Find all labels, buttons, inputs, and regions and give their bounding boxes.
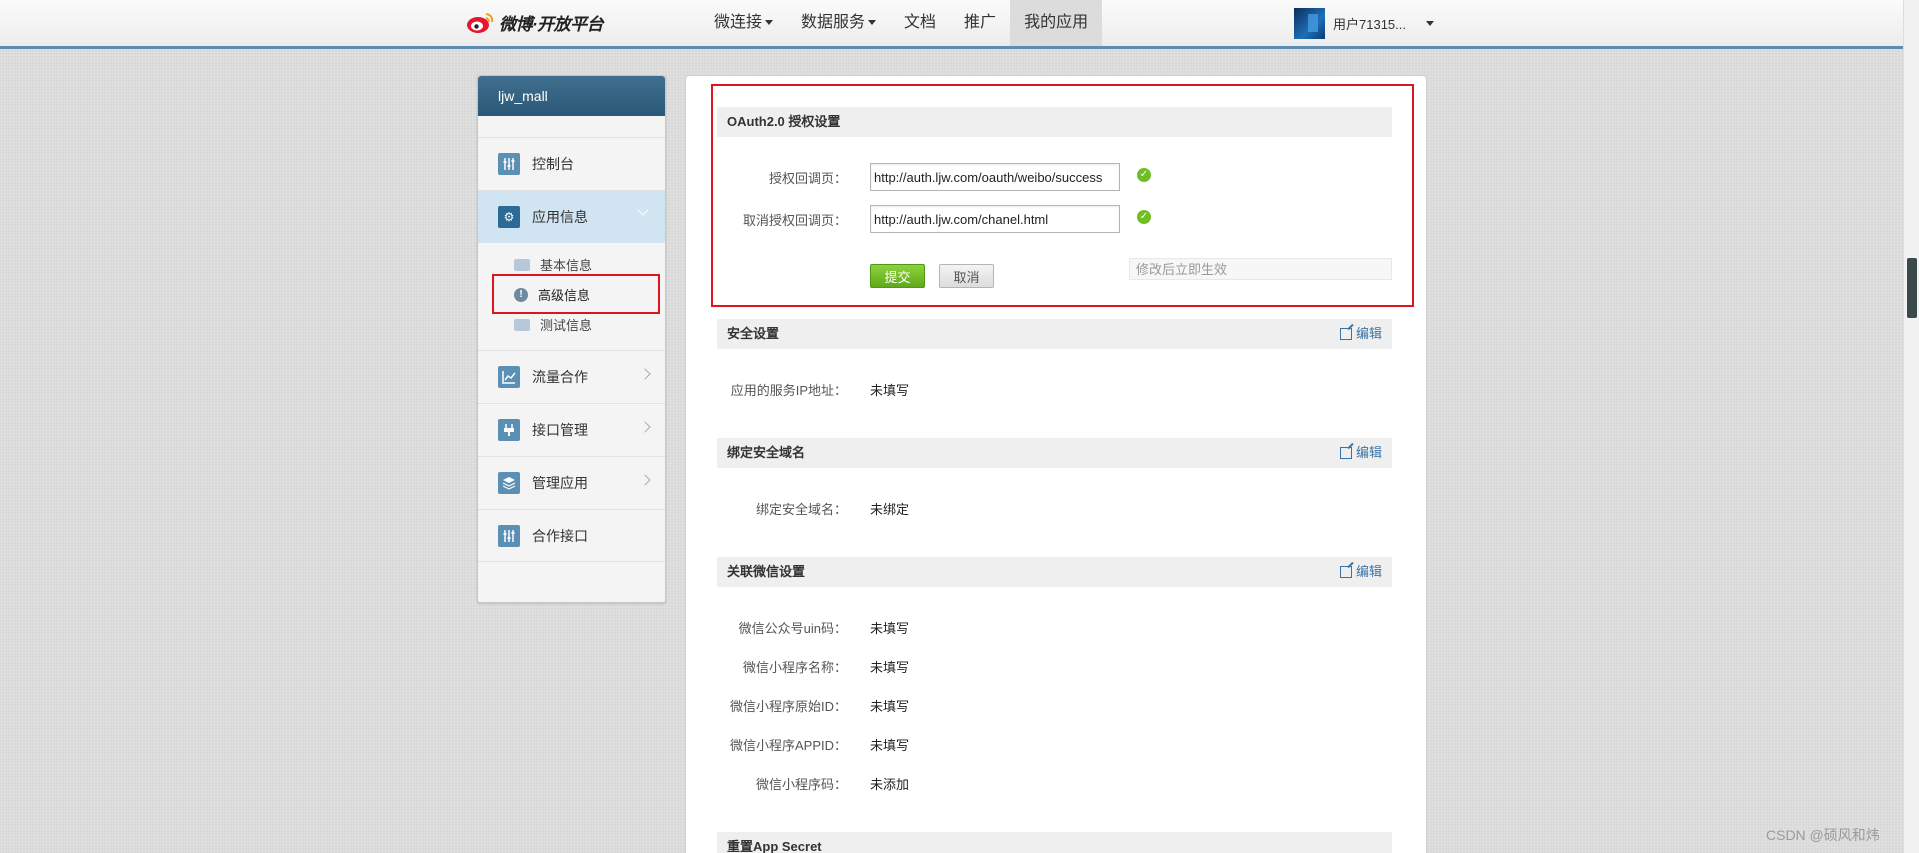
nav-label: 文档 [904,14,937,31]
sidebar-subitem-label: 测试信息 [540,318,593,333]
user-name: 用户71315... [1333,17,1406,32]
card-icon [514,258,530,271]
sidebar-item-label: 接口管理 [532,422,588,438]
section-title: 安全设置 [727,326,780,341]
nav-label: 数据服务 [801,14,866,31]
edit-domain-link[interactable]: 编辑 [1339,438,1382,468]
section-header-domain: 绑定安全域名 编辑 [717,438,1392,468]
edit-wechat-link[interactable]: 编辑 [1339,557,1382,587]
wechat-uin-value: 未填写 [870,621,910,636]
weibo-logo-icon [467,12,494,33]
sidebar-item-label: 应用信息 [532,209,588,225]
sliders-icon [498,524,520,547]
page-scrollbar[interactable] [1903,0,1919,853]
weibo-logo[interactable]: 微博·开放平台 [466,10,604,35]
sidebar-subitem-basic-info[interactable]: 基本信息 [514,255,592,274]
server-ip-label: 应用的服务IP地址： [730,383,847,398]
image-icon [514,318,530,331]
miniprogram-id-label: 微信小程序原始ID： [729,699,847,714]
secure-domain-label: 绑定安全域名： [755,502,847,517]
sliders-icon [498,153,520,175]
sidebar-item-label: 合作接口 [532,527,588,544]
section-title: 关联微信设置 [727,564,806,579]
sidebar-item-traffic[interactable]: 流量合作 [478,350,665,403]
nav-promotion[interactable]: 推广 [950,0,1010,46]
miniprogram-appid-label: 微信小程序APPID： [729,738,847,753]
sidebar-item-label: 管理应用 [532,475,588,491]
section-title: 重置App Secret [727,839,822,853]
miniprogram-appid-value: 未填写 [870,738,910,753]
sidebar-item-console[interactable]: 控制台 [478,137,665,190]
highlight-box-advanced-info [492,274,660,314]
section-header-reset-secret: 重置App Secret [717,832,1392,853]
nav-label: 我的应用 [1024,14,1089,31]
edit-label: 编辑 [1355,445,1382,460]
sidebar-item-label: 流量合作 [532,369,588,385]
chevron-right-icon [639,474,651,486]
miniprogram-code-label: 微信小程序码： [755,777,847,792]
edit-label: 编辑 [1355,564,1382,579]
sidebar-subitem-test-info[interactable]: 测试信息 [514,315,592,334]
section-header-security: 安全设置 编辑 [717,319,1392,349]
server-ip-value: 未填写 [870,383,910,398]
app-name-header: ljw_mall [478,76,665,116]
section-header-wechat: 关联微信设置 编辑 [717,557,1392,587]
edit-icon [1339,566,1352,578]
nav-docs[interactable]: 文档 [890,0,950,46]
nav-weilianjie[interactable]: 微连接 [700,0,787,46]
scrollbar-thumb[interactable] [1907,258,1917,318]
top-nav-bar: 微博·开放平台 微连接 数据服务 文档 推广 我的应用 用户71315... [0,0,1903,49]
sidebar-item-app-info[interactable]: ⚙ 应用信息 [478,190,665,243]
sidebar-item-partner-api[interactable]: 合作接口 [478,509,665,562]
chevron-right-icon [639,368,651,380]
gear-icon: ⚙ [498,206,520,228]
sidebar-item-manage-apps[interactable]: 管理应用 [478,456,665,509]
caret-down-icon [765,20,774,26]
sidebar-item-api-management[interactable]: 接口管理 [478,403,665,456]
chevron-right-icon [639,421,651,433]
highlight-box-oauth [711,84,1414,307]
user-menu[interactable]: 用户71315... [1294,8,1434,39]
main-nav: 微连接 数据服务 文档 推广 我的应用 [700,0,1103,46]
edit-icon [1339,447,1352,459]
wechat-uin-label: 微信公众号uin码： [738,621,847,636]
caret-down-icon [1426,21,1434,26]
layers-icon [498,472,520,494]
chart-icon [498,366,520,388]
edit-icon [1339,328,1352,340]
watermark-text: CSDN @硕风和炜 [1766,827,1880,843]
sidebar-item-label: 控制台 [532,156,574,172]
section-title: 绑定安全域名 [727,445,806,460]
miniprogram-code-value: 未添加 [870,777,910,792]
sidebar: ljw_mall 控制台 ⚙ 应用信息 基本信息 ! 高级信息 测试信息 流量合… [477,75,666,603]
caret-down-icon [868,20,877,26]
avatar [1294,8,1325,39]
logo-text: 微博·开放平台 [499,15,604,34]
miniprogram-id-value: 未填写 [870,699,910,714]
nav-data-services[interactable]: 数据服务 [787,0,890,46]
edit-label: 编辑 [1355,326,1382,341]
plug-icon [498,419,520,441]
nav-my-apps[interactable]: 我的应用 [1010,0,1103,46]
miniprogram-name-value: 未填写 [870,660,910,675]
chevron-down-icon [637,204,649,216]
secure-domain-value: 未绑定 [870,502,910,517]
nav-label: 微连接 [714,14,763,31]
miniprogram-name-label: 微信小程序名称： [742,660,847,675]
nav-label: 推广 [964,14,997,31]
edit-security-link[interactable]: 编辑 [1339,319,1382,349]
sidebar-subitem-label: 基本信息 [540,258,593,273]
